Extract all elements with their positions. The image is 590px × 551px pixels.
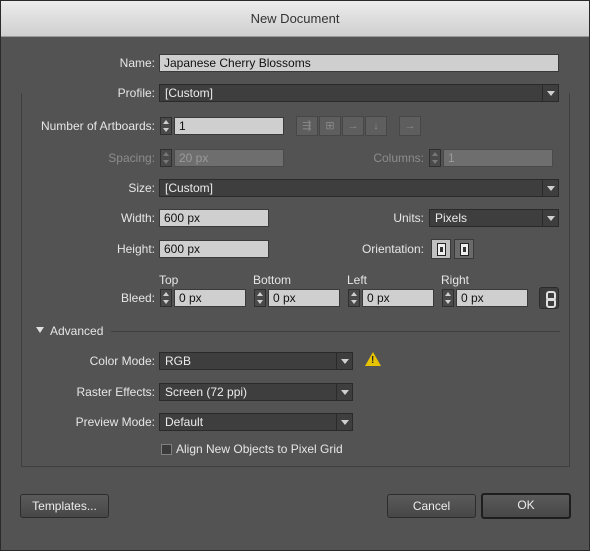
artboards-stepper[interactable] bbox=[160, 117, 172, 135]
spacing-stepper[interactable] bbox=[160, 149, 172, 167]
raster-effects-label: Raster Effects: bbox=[76, 385, 155, 399]
bleed-left-stepper[interactable] bbox=[348, 289, 360, 307]
name-label: Name: bbox=[119, 56, 155, 70]
artboards-field[interactable]: 1 bbox=[174, 117, 284, 135]
grid-by-column-icon[interactable]: ⊞ bbox=[319, 116, 341, 136]
link-bleed-icon[interactable] bbox=[539, 287, 559, 309]
arrange-by-row-icon[interactable]: → bbox=[342, 116, 364, 136]
spacing-field[interactable]: 20 px bbox=[174, 149, 284, 167]
raster-effects-value: Screen (72 ppi) bbox=[165, 385, 248, 399]
bleed-label: Bleed: bbox=[120, 291, 155, 305]
orientation-label: Orientation: bbox=[361, 242, 424, 256]
height-field[interactable]: 600 px bbox=[159, 240, 269, 258]
columns-field[interactable]: 1 bbox=[443, 149, 553, 167]
size-select[interactable]: [Custom] bbox=[159, 179, 559, 197]
bleed-top-stepper[interactable] bbox=[160, 289, 172, 307]
preview-mode-label: Preview Mode: bbox=[75, 415, 155, 429]
spacing-label: Spacing: bbox=[108, 151, 155, 165]
chevron-down-icon bbox=[336, 414, 352, 430]
portrait-orientation-icon[interactable] bbox=[431, 239, 451, 259]
preview-mode-value: Default bbox=[165, 415, 204, 429]
color-mode-value: RGB bbox=[165, 354, 192, 368]
ok-button[interactable]: OK bbox=[481, 493, 571, 519]
warning-icon[interactable]: ! bbox=[365, 352, 381, 366]
bleed-top-field[interactable]: 0 px bbox=[174, 289, 246, 307]
profile-label: Profile: bbox=[117, 86, 155, 100]
size-value: [Custom] bbox=[165, 181, 214, 195]
units-label: Units: bbox=[393, 211, 424, 225]
bleed-left-field[interactable]: 0 px bbox=[362, 289, 434, 307]
layout-direction-icon[interactable]: → bbox=[399, 116, 421, 136]
chevron-down-icon bbox=[542, 210, 558, 226]
bleed-top-label: Top bbox=[159, 273, 179, 287]
grid-by-row-icon[interactable]: ⇶ bbox=[296, 116, 318, 136]
chevron-down-icon bbox=[336, 353, 352, 369]
name-field[interactable]: Japanese Cherry Blossoms bbox=[159, 54, 559, 72]
raster-effects-select[interactable]: Screen (72 ppi) bbox=[159, 383, 353, 401]
bleed-bottom-stepper[interactable] bbox=[254, 289, 266, 307]
columns-label: Columns: bbox=[373, 151, 424, 165]
chevron-down-icon bbox=[542, 180, 558, 196]
disclosure-triangle-icon[interactable] bbox=[36, 327, 44, 333]
dialog-title: New Document bbox=[1, 1, 589, 37]
size-label: Size: bbox=[128, 181, 155, 195]
bleed-left-label: Left bbox=[347, 273, 368, 287]
color-mode-select[interactable]: RGB bbox=[159, 352, 353, 370]
advanced-toggle[interactable]: Advanced bbox=[50, 324, 103, 338]
units-select[interactable]: Pixels bbox=[429, 209, 559, 227]
width-field[interactable]: 600 px bbox=[159, 209, 269, 227]
arrange-by-column-icon[interactable]: ↓ bbox=[365, 116, 387, 136]
width-label: Width: bbox=[120, 211, 155, 225]
units-value: Pixels bbox=[435, 211, 468, 225]
artboards-label: Number of Artboards: bbox=[40, 119, 155, 133]
chevron-down-icon bbox=[542, 85, 558, 101]
height-label: Height: bbox=[116, 242, 155, 256]
bleed-right-label: Right bbox=[441, 273, 470, 287]
cancel-button[interactable]: Cancel bbox=[387, 494, 476, 518]
align-pixel-grid-label[interactable]: Align New Objects to Pixel Grid bbox=[176, 442, 343, 456]
landscape-orientation-icon[interactable] bbox=[454, 239, 474, 259]
color-mode-label: Color Mode: bbox=[89, 354, 155, 368]
bleed-right-stepper[interactable] bbox=[442, 289, 454, 307]
profile-value: [Custom] bbox=[165, 86, 214, 100]
columns-stepper[interactable] bbox=[429, 149, 441, 167]
profile-select[interactable]: [Custom] bbox=[159, 84, 559, 102]
preview-mode-select[interactable]: Default bbox=[159, 413, 353, 431]
bleed-right-field[interactable]: 0 px bbox=[456, 289, 528, 307]
advanced-divider bbox=[111, 331, 560, 332]
bleed-bottom-label: Bottom bbox=[253, 273, 292, 287]
bleed-bottom-field[interactable]: 0 px bbox=[268, 289, 340, 307]
new-document-dialog: New Document Name: Japanese Cherry Bloss… bbox=[0, 0, 590, 551]
align-pixel-grid-checkbox[interactable] bbox=[161, 444, 172, 455]
templates-button[interactable]: Templates... bbox=[20, 494, 109, 518]
chevron-down-icon bbox=[336, 384, 352, 400]
